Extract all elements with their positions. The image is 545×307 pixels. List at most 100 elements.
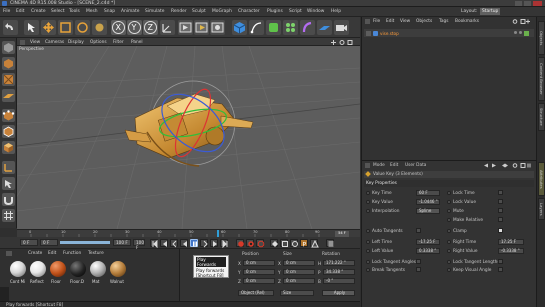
- live-selection-icon[interactable]: [24, 20, 39, 35]
- animation-dot-icon[interactable]: [447, 268, 451, 272]
- previous-frame-icon[interactable]: [170, 239, 178, 248]
- object-menu-file[interactable]: File: [373, 19, 380, 24]
- end-frame-field[interactable]: 100 F: [113, 239, 131, 246]
- axis-mode-icon[interactable]: [2, 161, 15, 174]
- material-menu-create[interactable]: Create: [28, 251, 42, 256]
- lock-tangent-angles-checkbox[interactable]: [416, 259, 421, 264]
- render-picture-viewer-icon[interactable]: [194, 20, 209, 35]
- animation-dot-icon[interactable]: [447, 229, 451, 233]
- array-icon[interactable]: [283, 20, 298, 35]
- position-key-icon[interactable]: [270, 239, 278, 247]
- tab-content-browser[interactable]: Content Browser: [538, 57, 545, 101]
- render-view-icon[interactable]: [178, 20, 193, 35]
- object-menu-tags[interactable]: Tags: [439, 19, 449, 24]
- coordinate-mode-select[interactable]: Object (Rel): [238, 290, 274, 296]
- clamp-checkbox[interactable]: [498, 228, 503, 233]
- menu-help[interactable]: Help: [331, 9, 341, 14]
- animation-dot-icon[interactable]: [366, 249, 370, 253]
- menu-character[interactable]: Character: [238, 9, 260, 14]
- right-time-field[interactable]: 17.25 F: [498, 239, 524, 245]
- snapping-icon[interactable]: [2, 193, 15, 206]
- animation-dot-icon[interactable]: [366, 191, 370, 195]
- object-menu-objects[interactable]: Objects: [416, 19, 432, 24]
- play-forwards-button[interactable]: [190, 239, 198, 247]
- rotation-p-field[interactable]: 34.338 °: [323, 269, 355, 275]
- menu-mograph[interactable]: MoGraph: [212, 9, 232, 14]
- menu-tools[interactable]: Tools: [69, 9, 80, 14]
- apply-button[interactable]: Apply: [322, 290, 355, 296]
- move-icon[interactable]: [41, 20, 56, 35]
- material-swatch[interactable]: [50, 261, 66, 277]
- object-row[interactable]: vise.stop: [364, 29, 534, 37]
- menu-create[interactable]: Create: [31, 9, 46, 14]
- viewport-menu-options[interactable]: Options: [90, 40, 107, 45]
- animation-dot-icon[interactable]: [366, 260, 370, 264]
- menu-script[interactable]: Script: [289, 9, 302, 14]
- cube-icon[interactable]: [232, 20, 247, 35]
- menu-plugins[interactable]: Plugins: [267, 9, 283, 14]
- key-properties-section[interactable]: Key Properties: [364, 180, 534, 187]
- close-button[interactable]: [533, 1, 542, 6]
- menu-simulate[interactable]: Simulate: [145, 9, 164, 14]
- tweak-mode-icon[interactable]: [2, 177, 15, 190]
- menu-mesh[interactable]: Mesh: [86, 9, 98, 14]
- points-mode-icon[interactable]: [2, 109, 15, 122]
- lock-tangent-lengths-checkbox[interactable]: [498, 259, 503, 264]
- menu-sculpt[interactable]: Sculpt: [192, 9, 206, 14]
- render-settings-icon[interactable]: [210, 20, 225, 35]
- maximize-button[interactable]: [524, 1, 531, 6]
- model-mode-icon[interactable]: [2, 57, 15, 70]
- layout-select[interactable]: Startup: [480, 8, 500, 15]
- timeline-menu-icon[interactable]: [326, 239, 334, 247]
- parameter-key-icon[interactable]: P: [300, 239, 308, 248]
- menu-snap[interactable]: Snap: [104, 9, 115, 14]
- floor-icon[interactable]: [317, 20, 332, 35]
- workplane-mode-icon[interactable]: [2, 89, 15, 102]
- viewport-menu-panel[interactable]: Panel: [131, 40, 143, 45]
- go-to-end-icon[interactable]: [220, 239, 228, 248]
- position-z-field[interactable]: 0 cm: [243, 278, 275, 284]
- rotation-b-field[interactable]: -0 °: [323, 278, 355, 284]
- render-dot-icon[interactable]: [519, 30, 522, 34]
- keyframe-selection-icon[interactable]: [256, 239, 265, 248]
- recent-tools-icon[interactable]: [92, 20, 107, 35]
- menu-select[interactable]: Select: [51, 9, 65, 14]
- animation-dot-icon[interactable]: [366, 200, 370, 204]
- texture-mode-icon[interactable]: [2, 73, 15, 86]
- coordinate-system-icon[interactable]: [160, 20, 175, 35]
- animation-dot-icon[interactable]: [447, 260, 451, 264]
- object-menu-bookmarks[interactable]: Bookmarks: [455, 19, 479, 24]
- object-expand-icon[interactable]: [366, 30, 371, 36]
- visibility-dot-icon[interactable]: [514, 30, 517, 34]
- keep-visual-angle-checkbox[interactable]: [498, 267, 503, 272]
- key-value-field[interactable]: -1.0446 °: [416, 199, 440, 205]
- edges-mode-icon[interactable]: [2, 125, 15, 138]
- viewport-menu-view[interactable]: View: [30, 40, 40, 45]
- material-menu-edit[interactable]: Edit: [48, 251, 56, 256]
- start-frame-field[interactable]: 0 F: [20, 239, 38, 246]
- camera-icon[interactable]: [334, 20, 349, 35]
- viewport-nav-icons[interactable]: [329, 39, 357, 45]
- object-menu-view[interactable]: View: [400, 19, 410, 24]
- go-to-start-icon[interactable]: [150, 239, 158, 248]
- material-swatch[interactable]: [90, 261, 106, 277]
- x-axis-lock-icon[interactable]: X: [111, 20, 126, 35]
- menu-render[interactable]: Render: [171, 9, 187, 14]
- z-axis-lock-icon[interactable]: Z: [143, 20, 158, 35]
- pen-spline-icon[interactable]: [249, 20, 264, 35]
- next-frame-icon[interactable]: [200, 239, 208, 248]
- animation-dot-icon[interactable]: [366, 240, 370, 244]
- material-swatch[interactable]: [10, 261, 26, 277]
- material-menu-function[interactable]: Function: [63, 251, 81, 256]
- interpolation-select[interactable]: Spline: [416, 208, 440, 214]
- animation-dot-icon[interactable]: [447, 218, 451, 222]
- position-x-field[interactable]: 0 cm: [243, 260, 275, 266]
- viewport-menu-display[interactable]: Display: [68, 40, 84, 45]
- current-frame-field[interactable]: 0 F: [40, 239, 58, 246]
- rotate-icon[interactable]: [75, 20, 90, 35]
- menu-animate[interactable]: Animate: [121, 9, 139, 14]
- attr-menu-edit[interactable]: Edit: [390, 163, 398, 168]
- position-y-field[interactable]: 0 cm: [243, 269, 275, 275]
- preview-end-field[interactable]: 100 F: [133, 239, 145, 250]
- material-swatch[interactable]: [110, 261, 126, 277]
